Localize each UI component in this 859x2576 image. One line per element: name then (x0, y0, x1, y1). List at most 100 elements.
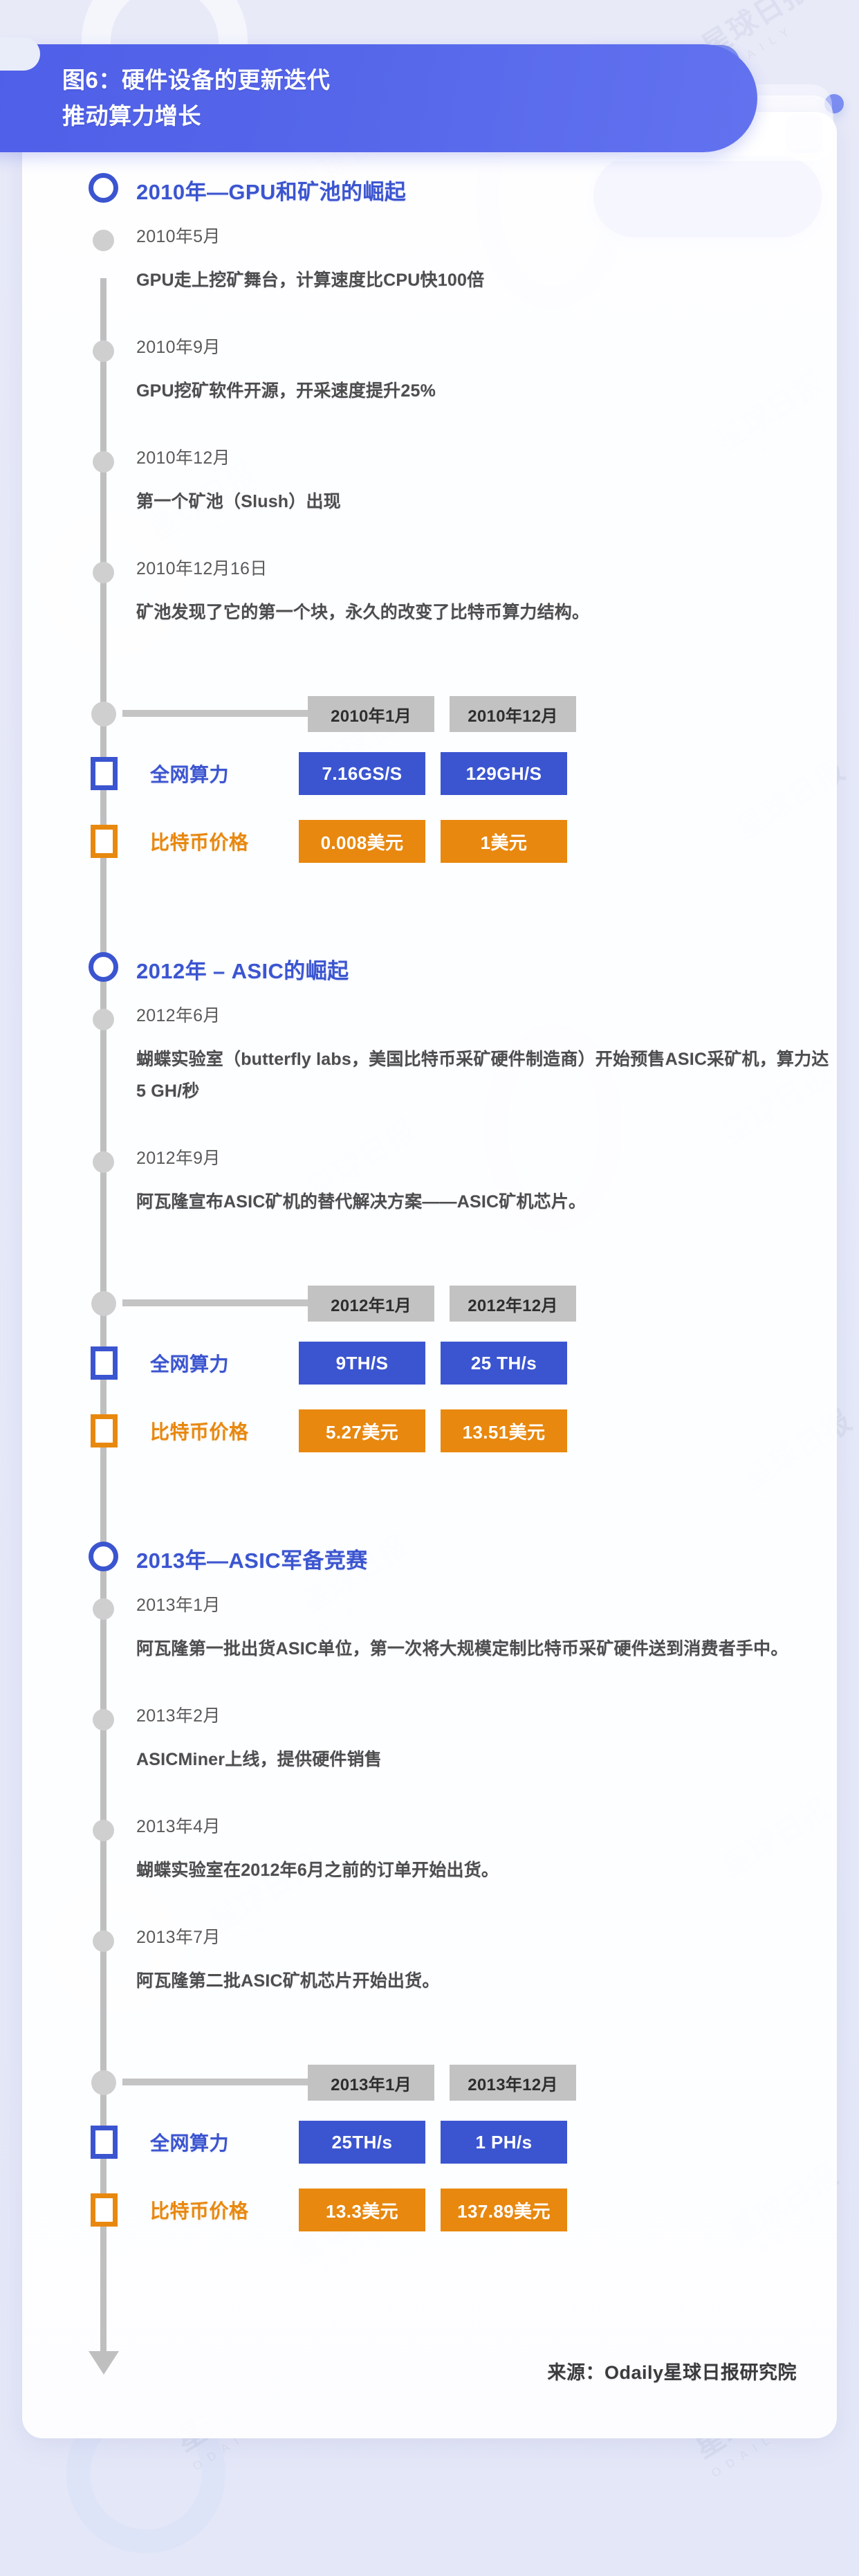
event-description: 蝴蝶实验室在2012年6月之前的订单开始出货。 (136, 1861, 499, 1880)
event-description: 矿池发现了它的第一个块，永久的改变了比特币算力结构。 (136, 603, 590, 622)
metrics-row-label: 比特币价格 (150, 2200, 249, 2222)
metrics-value-cell: 13.3美元 (299, 2189, 425, 2231)
metrics-value-cell: 13.51美元 (441, 1409, 567, 1452)
section-title: 2010年—GPU和矿池的崛起 (136, 179, 407, 204)
metrics-row-label: 全网算力 (150, 2132, 230, 2154)
event-date: 2010年12月 (136, 448, 230, 468)
event-date: 2012年6月 (136, 1006, 221, 1025)
event-date: 2010年12月16日 (136, 559, 268, 578)
metrics-column-headers: 2013年1月 2013年12月 (308, 2065, 576, 2101)
metrics-column-headers: 2010年1月 2010年12月 (308, 696, 576, 732)
event-spacer (22, 1223, 837, 1254)
timeline-event: 2010年5月 GPU走上挖矿舞台，计算速度比CPU快100倍 (22, 221, 837, 296)
metrics-dot-icon (91, 2070, 116, 2095)
metrics-connector-line (122, 710, 308, 717)
metrics-value-cell: 0.008美元 (299, 820, 425, 863)
metrics-connector-line (122, 2079, 308, 2085)
metrics-connector-line (122, 1299, 308, 1306)
source-footer: 来源：Odaily星球日报研究院 (547, 2362, 797, 2383)
metrics-value-cell: 5.27美元 (299, 1409, 425, 1452)
event-spacer (22, 634, 837, 664)
metrics-row: 全网算力 9TH/S 25 TH/s (22, 1337, 837, 1389)
metrics-row-marker-icon (91, 2193, 118, 2227)
metrics-row-values: 13.3美元 137.89美元 (299, 2189, 567, 2231)
metrics-dot-icon (91, 702, 116, 727)
metrics-column-header: 2013年12月 (450, 2065, 576, 2101)
event-description: 阿瓦隆宣布ASIC矿机的替代解决方案——ASIC矿机芯片。 (136, 1192, 586, 1212)
metrics-row-marker-icon (91, 1346, 118, 1380)
event-date: 2013年7月 (136, 1928, 221, 1947)
metrics-value-cell: 1美元 (441, 820, 567, 863)
metrics-row-marker-icon (91, 1414, 118, 1447)
event-date: 2013年2月 (136, 1706, 221, 1726)
event-date: 2010年5月 (136, 227, 221, 246)
timeline-event: 2012年9月阿瓦隆宣布ASIC矿机的替代解决方案——ASIC矿机芯片。 (22, 1143, 837, 1218)
metrics-row-label: 比特币价格 (150, 832, 249, 853)
metrics-row: 全网算力 25TH/s 1 PH/s (22, 2116, 837, 2168)
metrics-row-values: 7.16GS/S 129GH/S (299, 752, 567, 795)
event-dot-icon (93, 340, 114, 362)
banner-knob-decor (0, 37, 40, 71)
metrics-table: 2010年1月 2010年12月全网算力 7.16GS/S 129GH/S 比特币价格 0… (22, 696, 837, 877)
metrics-header-row: 2010年1月 2010年12月 (22, 696, 837, 732)
section-title: 2013年—ASIC军备竞赛 (136, 1548, 368, 1573)
metrics-column-header: 2012年12月 (450, 1286, 576, 1322)
section-title: 2012年 – ASIC的崛起 (136, 958, 349, 983)
event-dot-icon (93, 451, 114, 473)
event-spacer (22, 1670, 837, 1701)
metrics-row-marker-icon (91, 2126, 118, 2159)
section-ring-icon (89, 952, 118, 982)
timeline-event: 2010年9月 GPU挖矿软件开源，开采速度提升25% (22, 332, 837, 407)
event-dot-icon (93, 1151, 114, 1173)
metrics-row: 比特币价格 0.008美元 1美元 (22, 815, 837, 868)
metrics-dot-icon (91, 1291, 116, 1316)
event-description: 第一个矿池（Slush）出现 (136, 492, 341, 511)
metrics-header-row: 2013年1月 2013年12月 (22, 2065, 837, 2101)
event-spacer (22, 1892, 837, 1922)
metrics-row: 比特币价格 13.3美元 137.89美元 (22, 2184, 837, 2236)
event-spacer (22, 523, 837, 554)
event-spacer (22, 2002, 837, 2033)
timeline-event: 2013年7月 阿瓦隆第二批ASIC矿机芯片开始出货。 (22, 1922, 837, 1997)
event-dot-icon (93, 1598, 114, 1620)
metrics-value-cell: 25 TH/s (441, 1342, 567, 1385)
section-ring-icon (89, 1542, 118, 1571)
metrics-row-label: 比特币价格 (150, 1421, 249, 1443)
timeline-event: 2012年6月蝴蝶实验室（butterfly labs，美国比特币采矿硬件制造商… (22, 1001, 837, 1107)
page-title: 图6：硬件设备的更新迭代 推动算力增长 (62, 67, 331, 129)
event-description: GPU走上挖矿舞台，计算速度比CPU快100倍 (136, 271, 485, 290)
metrics-row: 全网算力 7.16GS/S 129GH/S (22, 747, 837, 800)
timeline-event: 2013年4月蝴蝶实验室在2012年6月之前的订单开始出货。 (22, 1811, 837, 1886)
content-card: 2010年—GPU和矿池的崛起 2010年5月 GPU走上挖矿舞台，计算速度比CPU… (22, 112, 837, 2438)
timeline-event: 2013年2月 ASICMiner上线，提供硬件销售 (22, 1701, 837, 1775)
event-description: 蝴蝶实验室（butterfly labs，美国比特币采矿硬件制造商）开始预售AS… (136, 1050, 829, 1101)
metrics-table: 2013年1月 2013年12月全网算力 25TH/s 1 PH/s 比特币价格 13.3… (22, 2065, 837, 2246)
event-date: 2012年9月 (136, 1149, 221, 1168)
event-description: 阿瓦隆第一批出货ASIC单位，第一次将大规模定制比特币采矿硬件送到消费者手中。 (136, 1639, 788, 1659)
timeline-section: 2013年—ASIC军备竞赛 2013年1月 阿瓦隆第一批出货ASIC单位，第一次将… (22, 1526, 837, 2305)
event-dot-icon (93, 1930, 114, 1952)
timeline-event: 2010年12月16日矿池发现了它的第一个块，永久的改变了比特币算力结构。 (22, 554, 837, 628)
timeline-arrow-icon (89, 2351, 119, 2375)
event-date: 2010年9月 (136, 338, 221, 357)
event-date: 2013年1月 (136, 1596, 221, 1615)
metrics-header-row: 2012年1月 2012年12月 (22, 1286, 837, 1322)
event-dot-icon (93, 1009, 114, 1030)
event-dot-icon (93, 562, 114, 583)
event-spacer (22, 412, 837, 443)
event-dot-icon (93, 230, 114, 251)
metrics-column-header: 2012年1月 (308, 1286, 434, 1322)
section-ring-icon (89, 173, 118, 203)
metrics-column-header: 2010年1月 (308, 696, 434, 732)
event-description: GPU挖矿软件开源，开采速度提升25% (136, 381, 436, 401)
metrics-row-values: 5.27美元 13.51美元 (299, 1409, 567, 1452)
metrics-column-headers: 2012年1月 2012年12月 (308, 1286, 576, 1322)
metrics-column-header: 2013年1月 (308, 2065, 434, 2101)
event-date: 2013年4月 (136, 1817, 221, 1836)
event-spacer (22, 302, 837, 332)
metrics-column-header: 2010年12月 (450, 696, 576, 732)
event-description: ASICMiner上线，提供硬件销售 (136, 1750, 382, 1769)
